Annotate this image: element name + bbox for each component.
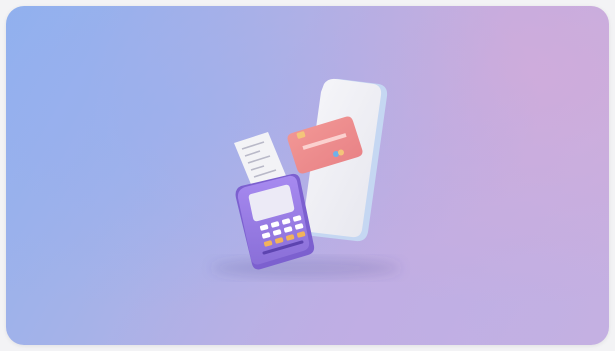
illustration-card xyxy=(6,6,609,345)
payment-illustration xyxy=(211,78,401,278)
ground-shadow xyxy=(211,258,401,278)
payment-terminal-icon xyxy=(235,173,315,270)
